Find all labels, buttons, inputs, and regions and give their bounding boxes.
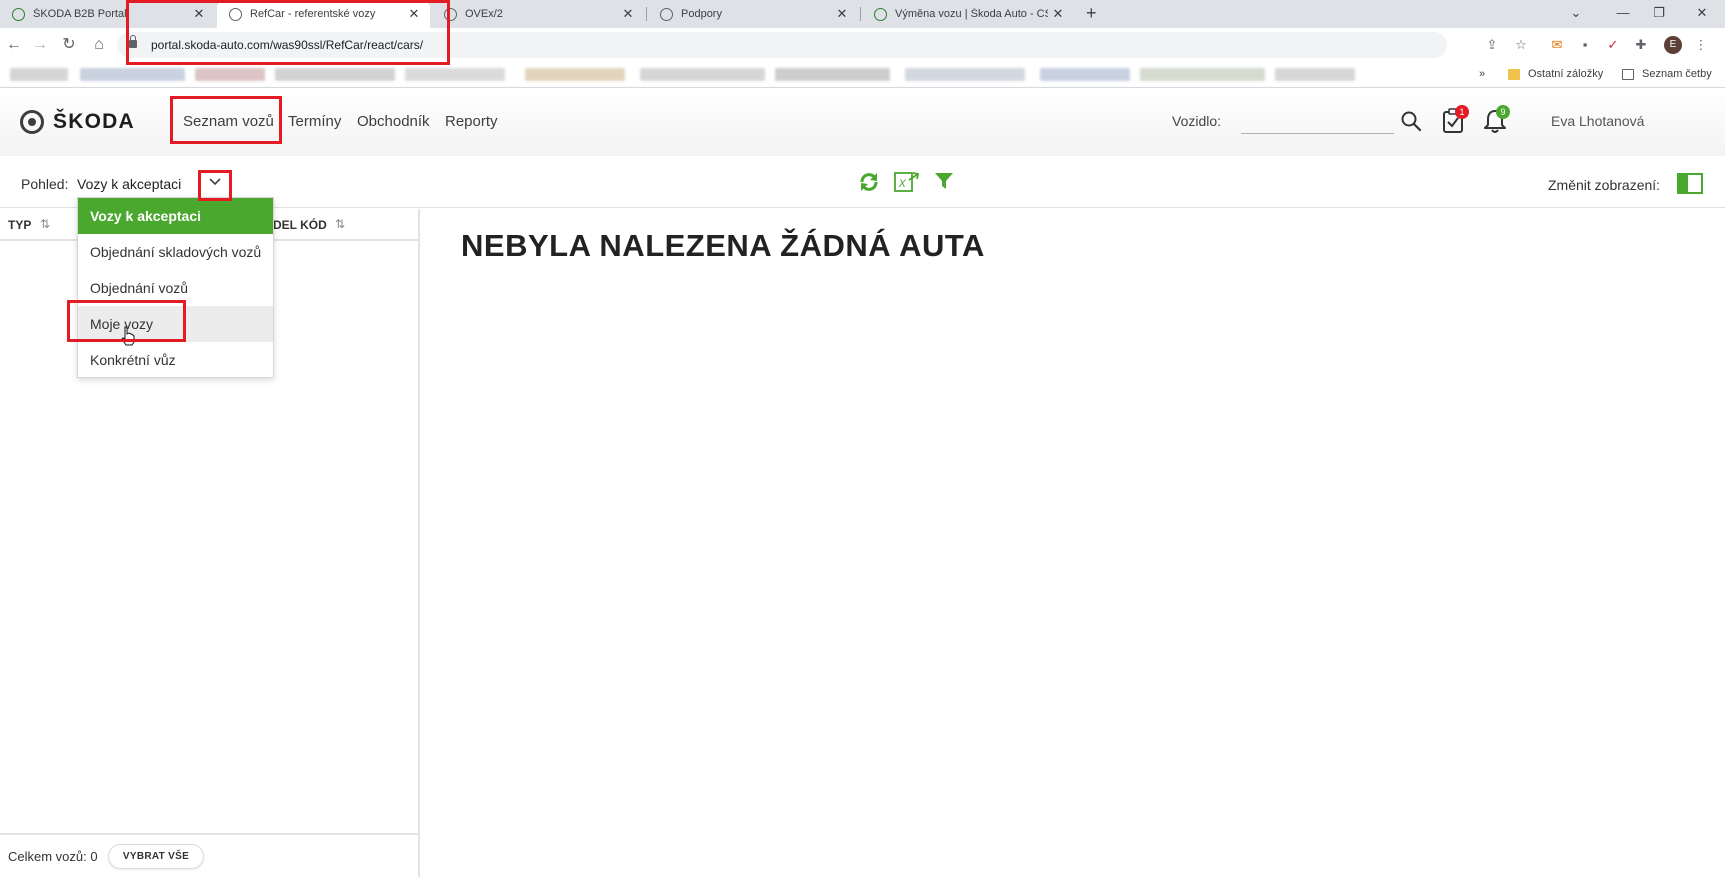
logo-text[interactable]: ŠKODA [53, 110, 135, 134]
annotation-nav-highlight [170, 96, 282, 144]
close-icon[interactable]: ✕ [832, 6, 852, 22]
extension-check-icon[interactable]: ✓ [1605, 37, 1621, 53]
bookmarks-bar: » Ostatní záložky Seznam četby [0, 62, 1725, 88]
column-header-typ[interactable]: TYP [8, 218, 31, 232]
browser-tab[interactable]: OVEx/2 ✕ [432, 0, 644, 28]
pohled-label: Pohled: [21, 176, 69, 192]
bookmark-item[interactable] [1040, 68, 1130, 81]
refresh-icon[interactable] [858, 171, 880, 193]
home-icon[interactable]: ⌂ [87, 33, 111, 57]
filter-icon[interactable] [934, 171, 954, 191]
globe-icon [660, 7, 673, 21]
vozidlo-input[interactable] [1241, 108, 1394, 134]
close-icon[interactable]: ✕ [1048, 6, 1068, 22]
bookmark-star-icon[interactable]: ☆ [1513, 37, 1529, 53]
sort-icon[interactable]: ⇅ [40, 217, 50, 231]
no-cars-message: NEBYLA NALEZENA ŽÁDNÁ AUTA [461, 228, 985, 263]
extensions-puzzle-icon[interactable]: ✚ [1633, 37, 1649, 53]
dropdown-option-vozy-k-akceptaci[interactable]: Vozy k akceptaci [78, 198, 273, 234]
tab-divider [646, 7, 647, 21]
minimize-icon[interactable]: — [1603, 0, 1643, 28]
close-window-icon[interactable]: ✕ [1682, 0, 1722, 28]
close-icon[interactable]: ✕ [618, 6, 638, 22]
bookmark-item[interactable] [640, 68, 765, 81]
new-tab-button[interactable]: + [1086, 3, 1097, 24]
menu-kebab-icon[interactable]: ⋮ [1693, 37, 1709, 53]
search-icon[interactable] [1400, 110, 1422, 132]
bookmark-item[interactable] [275, 68, 395, 81]
sort-icon[interactable]: ⇅ [335, 217, 345, 231]
bookmark-folder-other[interactable]: Ostatní záložky [1528, 68, 1603, 80]
annotation-url-highlight [126, 0, 450, 65]
layout-toggle-icon[interactable] [1677, 173, 1703, 194]
dropdown-option-konkretni-vuz[interactable]: Konkrétní vůz [78, 342, 273, 378]
bookmark-item[interactable] [195, 68, 265, 81]
tasks-count-badge: 1 [1455, 105, 1469, 119]
bookmark-item[interactable] [405, 68, 505, 81]
view-select-value[interactable]: Vozy k akceptaci [77, 176, 181, 192]
bookmark-item[interactable] [1275, 68, 1355, 81]
tab-title: Výměna vozu | Škoda Auto - CSS [895, 8, 1048, 20]
list-footer: Celkem vozů: 0 VYBRAT VŠE [0, 833, 418, 877]
view-dropdown-menu: Vozy k akceptaci Objednání skladových vo… [77, 197, 274, 378]
total-cars-count: Celkem vozů: 0 [8, 849, 98, 864]
browser-tab[interactable]: Výměna vozu | Škoda Auto - CSS ✕ [862, 0, 1074, 28]
reload-icon[interactable]: ↻ [57, 33, 81, 57]
nav-reporty[interactable]: Reporty [445, 113, 498, 130]
dropdown-option-objednani-skladovych-vozu[interactable]: Objednání skladových vozů [78, 234, 273, 270]
profile-avatar[interactable]: E [1664, 36, 1682, 54]
share-icon[interactable]: ⇪ [1484, 37, 1500, 53]
user-name[interactable]: Eva Lhotanová [1551, 113, 1644, 129]
svg-text:X: X [898, 178, 907, 190]
excel-export-icon[interactable]: X [894, 171, 920, 193]
back-icon[interactable]: ← [2, 33, 26, 57]
bookmark-item[interactable] [1140, 68, 1265, 81]
skoda-favicon-icon [874, 7, 887, 21]
select-all-button[interactable]: VYBRAT VŠE [108, 844, 204, 869]
browser-tab[interactable]: Podpory ✕ [648, 0, 858, 28]
annotation-moje-vozy-highlight [67, 300, 186, 342]
bookmark-item[interactable] [10, 68, 68, 81]
reading-list-icon [1622, 69, 1634, 80]
folder-icon [1508, 69, 1520, 80]
tab-search-icon[interactable]: ⌄ [1556, 0, 1596, 28]
bookmark-item[interactable] [525, 68, 625, 81]
tab-divider [860, 7, 861, 21]
bookmarks-overflow-icon[interactable]: » [1479, 68, 1485, 80]
bookmark-item[interactable] [80, 68, 185, 81]
bookmark-item[interactable] [775, 68, 890, 81]
bookmark-item[interactable] [905, 68, 1025, 81]
column-header-model-kod[interactable]: DEL KÓD [273, 218, 327, 232]
extension-mail-icon[interactable]: ✉ [1549, 37, 1565, 53]
notifications-count-badge: 9 [1496, 105, 1510, 119]
skoda-logo-icon[interactable] [20, 110, 44, 134]
vozidlo-label: Vozidlo: [1172, 113, 1222, 129]
skoda-favicon-icon [12, 7, 25, 21]
restore-icon[interactable]: ❐ [1639, 0, 1679, 28]
forward-icon[interactable]: → [28, 33, 52, 57]
nav-terminy[interactable]: Termíny [288, 113, 341, 130]
change-view-label: Změnit zobrazení: [1548, 177, 1661, 193]
annotation-dropdown-toggle-highlight [198, 170, 232, 201]
nav-obchodnik[interactable]: Obchodník [357, 113, 430, 130]
extension-icon[interactable]: ▪ [1577, 37, 1593, 53]
reading-list-link[interactable]: Seznam četby [1642, 68, 1712, 80]
tab-title: OVEx/2 [465, 8, 503, 20]
tab-title: Podpory [681, 8, 722, 20]
